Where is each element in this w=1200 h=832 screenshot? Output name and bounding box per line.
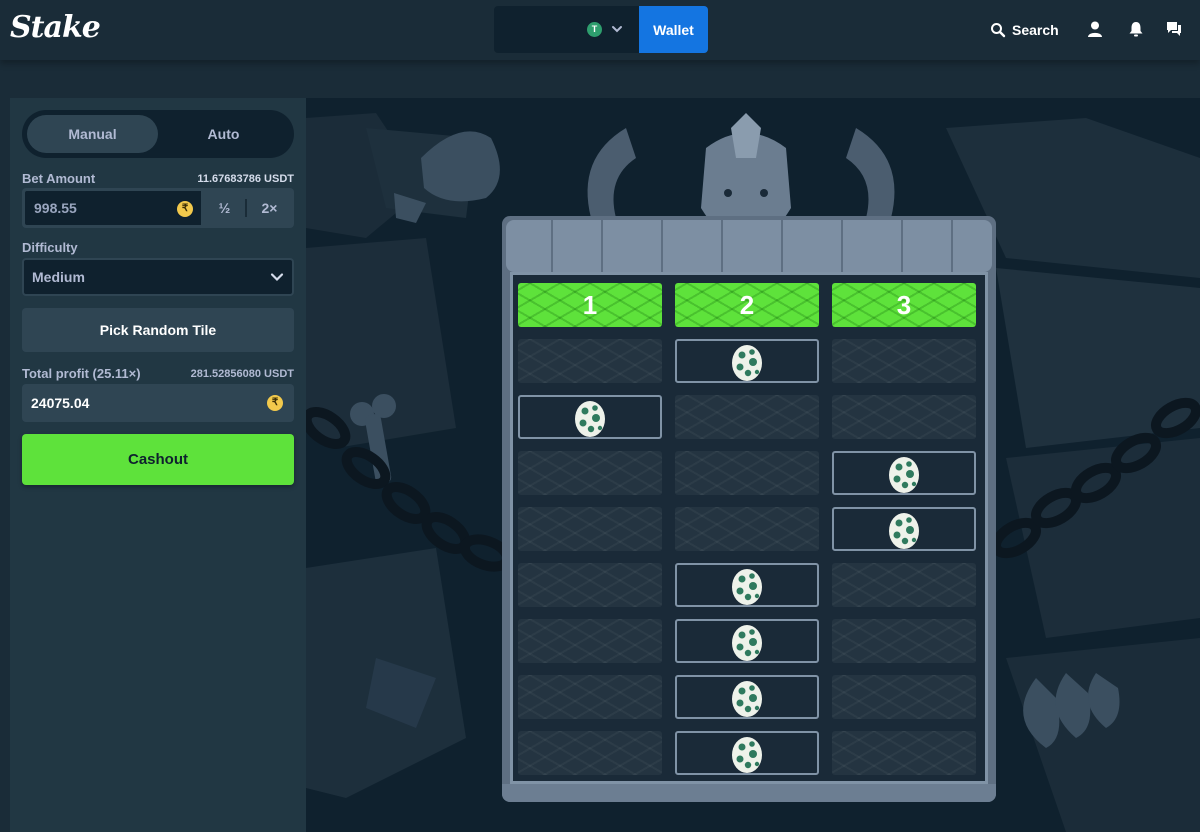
search-icon [991, 23, 1006, 38]
bet-amount-label: Bet Amount [22, 171, 96, 186]
tile[interactable] [675, 451, 819, 495]
tile[interactable] [832, 563, 976, 607]
dragon-egg-icon [732, 345, 762, 381]
tab-auto[interactable]: Auto [158, 115, 289, 153]
bet-amount-field[interactable]: ₹ [24, 190, 202, 226]
tile[interactable] [518, 563, 662, 607]
difficulty-label-row: Difficulty [22, 240, 294, 255]
double-bet-button[interactable]: 2× [247, 190, 292, 226]
revealed-egg-tile[interactable] [675, 339, 819, 383]
bet-amount-usdt: 11.67683786 USDT [197, 172, 294, 185]
tile[interactable] [518, 507, 662, 551]
difficulty-select[interactable]: Medium [22, 258, 294, 296]
mode-toggle: Manual Auto [22, 110, 294, 158]
column-header-1: 1 [518, 283, 662, 327]
tower-battlements [506, 220, 992, 272]
revealed-egg-tile[interactable] [675, 619, 819, 663]
dragon-tower-game: 123 [306, 98, 1200, 832]
cashout-button[interactable]: Cashout [22, 434, 294, 485]
dragon-egg-icon [732, 737, 762, 773]
notification-bell-icon[interactable] [1127, 20, 1145, 38]
bet-amount-label-row: Bet Amount 11.67683786 USDT [22, 171, 294, 186]
revealed-egg-tile[interactable] [675, 563, 819, 607]
total-profit-field[interactable]: ₹ [22, 384, 294, 422]
total-profit-label-row: Total profit (25.11×) 281.52856080 USDT [22, 366, 294, 381]
total-profit-usdt: 281.52856080 USDT [190, 367, 294, 380]
tile[interactable] [675, 395, 819, 439]
tile[interactable] [675, 507, 819, 551]
tile[interactable] [518, 619, 662, 663]
tile[interactable] [832, 675, 976, 719]
wallet-button[interactable]: Wallet [639, 6, 708, 53]
difficulty-value: Medium [32, 269, 85, 285]
tile[interactable] [518, 451, 662, 495]
half-bet-button[interactable]: ½ [202, 190, 247, 226]
bet-amount-row: ₹ ½ 2× [22, 188, 294, 228]
rupee-coin-icon: ₹ [267, 395, 283, 411]
total-profit-label: Total profit (25.11×) [22, 366, 141, 381]
search-button[interactable]: Search [990, 20, 1059, 40]
tile[interactable] [832, 619, 976, 663]
tile-grid: 123 [518, 283, 980, 777]
dragon-egg-icon [732, 625, 762, 661]
tile[interactable] [832, 395, 976, 439]
bet-sidebar: Manual Auto Bet Amount 11.67683786 USDT … [10, 98, 306, 832]
tile[interactable] [518, 339, 662, 383]
tile[interactable] [518, 731, 662, 775]
column-header-2: 2 [675, 283, 819, 327]
revealed-egg-tile[interactable] [675, 731, 819, 775]
dragon-egg-icon [889, 513, 919, 549]
dragon-tower: 123 [502, 216, 996, 802]
bet-amount-input[interactable] [34, 200, 164, 216]
user-icon[interactable] [1086, 20, 1104, 38]
dragon-egg-icon [889, 457, 919, 493]
dragon-egg-icon [732, 569, 762, 605]
pick-random-tile-button[interactable]: Pick Random Tile [22, 308, 294, 352]
rupee-coin-icon: ₹ [177, 201, 193, 217]
tile[interactable] [518, 675, 662, 719]
dragon-egg-icon [575, 401, 605, 437]
difficulty-label: Difficulty [22, 240, 78, 255]
stake-logo[interactable]: Stake [10, 10, 101, 45]
chevron-down-icon [270, 273, 284, 282]
tether-currency-icon[interactable]: T [587, 22, 602, 37]
top-bar: Stake T Wallet Search [0, 0, 1200, 60]
tab-manual[interactable]: Manual [27, 115, 158, 153]
dragon-egg-icon [732, 681, 762, 717]
revealed-egg-tile[interactable] [518, 395, 662, 439]
chat-icon[interactable] [1165, 20, 1183, 38]
total-profit-input[interactable] [31, 395, 161, 411]
revealed-egg-tile[interactable] [832, 451, 976, 495]
revealed-egg-tile[interactable] [675, 675, 819, 719]
tower-base [502, 784, 996, 802]
column-header-3: 3 [832, 283, 976, 327]
tile[interactable] [832, 731, 976, 775]
tile[interactable] [832, 339, 976, 383]
chevron-down-icon[interactable] [610, 22, 624, 36]
search-label: Search [1012, 22, 1059, 38]
revealed-egg-tile[interactable] [832, 507, 976, 551]
